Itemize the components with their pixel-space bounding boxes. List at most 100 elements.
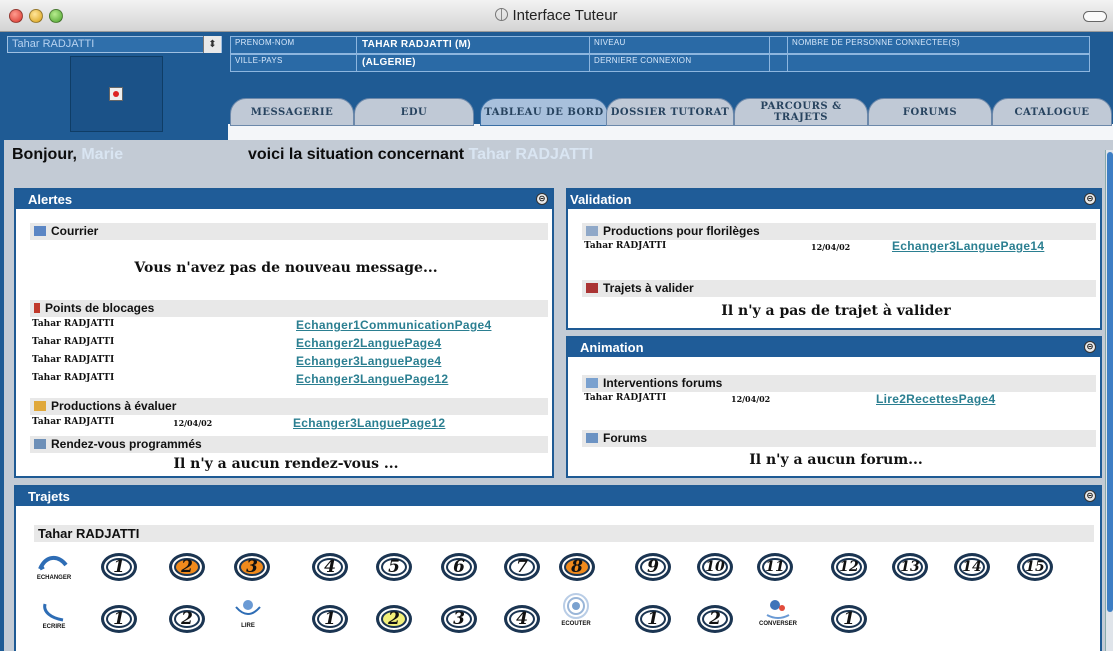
trajets-valider-section: Trajets à valider <box>582 280 1096 297</box>
tab-edu[interactable]: EDU <box>354 98 474 126</box>
greeting-prefix: Bonjour, <box>12 146 77 163</box>
blocage-link[interactable]: Echanger1CommunicationPage4 <box>296 318 491 332</box>
tab-catalogue[interactable]: CATALOGUE <box>992 98 1112 126</box>
reader-icon[interactable]: LIRE <box>230 597 266 629</box>
vertical-scrollbar[interactable] <box>1105 150 1113 651</box>
derniere-connexion-value <box>769 55 787 71</box>
forums-label: Forums <box>603 431 648 445</box>
trajet-step-badge[interactable]: 1 <box>831 605 867 633</box>
production-student: Tahar RADJATTI <box>32 417 115 427</box>
lire-label: LIRE <box>241 623 255 629</box>
trajet-step-badge[interactable]: 2 <box>697 605 733 633</box>
tab-forums[interactable]: FORUMS <box>868 98 992 126</box>
trajet-step-badge[interactable]: 2 <box>376 605 412 633</box>
animation-title: Animation <box>580 340 644 355</box>
tab-label: MESSAGERIE <box>250 106 334 118</box>
greeting: Bonjour, Marie <box>12 146 123 164</box>
exclamation-icon <box>34 303 40 313</box>
ear-icon[interactable]: ECOUTER <box>554 593 598 627</box>
trajet-step-badge[interactable]: 10 <box>697 553 733 581</box>
trajet-step-badge[interactable]: 5 <box>376 553 412 581</box>
tab-dossier-tutorat[interactable]: DOSSIER TUTORAT <box>606 98 734 126</box>
alertes-title: Alertes <box>28 192 73 207</box>
validation-title: Validation <box>570 192 632 207</box>
lire-glyph <box>235 600 261 615</box>
mail-icon <box>34 226 46 236</box>
tab-messagerie[interactable]: MESSAGERIE <box>230 98 354 126</box>
florilege-date: 12/04/02 <box>811 242 851 252</box>
trajets-collapse-icon[interactable]: ⊝ <box>1084 490 1096 502</box>
trajet-step-badge[interactable]: 14 <box>954 553 990 581</box>
pen-icon[interactable]: ECRIRE <box>36 602 72 630</box>
trajet-step-badge[interactable]: 1 <box>101 553 137 581</box>
rdv-message: Il n'y a aucun rendez-vous ... <box>173 456 399 472</box>
student-select[interactable]: Tahar RADJATTI ⬍ <box>7 36 222 53</box>
validation-header: Validation ⊝ <box>568 190 1100 209</box>
trajet-step-badge[interactable]: 15 <box>1017 553 1053 581</box>
trajet-step-badge[interactable]: 6 <box>441 553 477 581</box>
tab-label: PARCOURS & TRAJETS <box>760 101 842 123</box>
validation-collapse-icon[interactable]: ⊝ <box>1084 193 1096 205</box>
toolbar-toggle-button[interactable] <box>1083 11 1107 22</box>
trajet-step-badge[interactable]: 2 <box>169 553 205 581</box>
echanger-icon[interactable]: ECHANGER <box>34 553 74 581</box>
intervention-date: 12/04/02 <box>731 394 771 404</box>
greeting-middle: voici la situation concernant <box>248 146 465 163</box>
animation-collapse-icon[interactable]: ⊝ <box>1084 341 1096 353</box>
blocage-link[interactable]: Echanger2LanguePage4 <box>296 336 441 350</box>
trajet-step-badge[interactable]: 2 <box>169 605 205 633</box>
app-window: Interface Tuteur Tahar RADJATTI ⬍ PRENOM… <box>0 0 1113 651</box>
productions-label: Productions à évaluer <box>51 399 177 413</box>
florilege-link[interactable]: Echanger3LanguePage14 <box>892 239 1044 253</box>
forums-message: Il n'y a aucun forum... <box>749 452 923 468</box>
trajet-step-badge[interactable]: 4 <box>504 605 540 633</box>
blocage-link[interactable]: Echanger3LanguePage4 <box>296 354 441 368</box>
forums-section: Forums <box>582 430 1096 447</box>
ecouter-glyph <box>563 593 589 619</box>
select-arrows-icon: ⬍ <box>203 36 221 53</box>
tab-label: TABLEAU DE BORD <box>484 106 604 118</box>
chat-icon <box>586 378 598 388</box>
tab-parcours-trajets[interactable]: PARCOURS & TRAJETS <box>734 98 868 126</box>
rdv-section: Rendez-vous programmés <box>30 436 548 453</box>
trajet-step-badge[interactable]: 12 <box>831 553 867 581</box>
tab-tableau-de-bord[interactable]: TABLEAU DE BORD <box>480 98 608 126</box>
scrollbar-thumb[interactable] <box>1107 152 1113 612</box>
trajet-step-badge[interactable]: 13 <box>892 553 928 581</box>
intervention-link[interactable]: Lire2RecettesPage4 <box>876 392 995 406</box>
ecrire-glyph <box>43 603 64 622</box>
intervention-student: Tahar RADJATTI <box>584 393 667 403</box>
trajet-step-badge[interactable]: 11 <box>757 553 793 581</box>
tab-label: CATALOGUE <box>1014 106 1090 118</box>
blocage-link[interactable]: Echanger3LanguePage12 <box>296 372 448 386</box>
window-title: Interface Tuteur <box>0 7 1113 24</box>
trajets-panel: Trajets ⊝ Tahar RADJATTI ECHANGER 1 2 3 4… <box>14 485 1102 651</box>
trajet-step-badge[interactable]: 3 <box>441 605 477 633</box>
trajet-step-badge[interactable]: 3 <box>234 553 270 581</box>
trajet-step-badge[interactable]: 1 <box>312 605 348 633</box>
trajets-header: Trajets ⊝ <box>16 487 1100 506</box>
trajet-step-badge[interactable]: 1 <box>635 605 671 633</box>
personnes-value <box>787 55 1073 71</box>
animation-header: Animation ⊝ <box>568 338 1100 357</box>
trajet-step-badge[interactable]: 4 <box>312 553 348 581</box>
courrier-message: Vous n'avez pas de nouveau message... <box>134 260 438 276</box>
ville-pays-field: (ALGERIE) <box>356 55 589 71</box>
trajets-title: Trajets <box>28 489 70 504</box>
trajet-step-badge[interactable]: 1 <box>101 605 137 633</box>
talk-icon[interactable]: CONVERSER <box>754 595 802 627</box>
trajet-step-badge[interactable]: 8 <box>559 553 595 581</box>
greeting-tutor: Marie <box>81 146 124 163</box>
production-date: 12/04/02 <box>173 418 213 428</box>
production-icon <box>34 401 46 411</box>
alertes-collapse-icon[interactable]: ⊝ <box>536 193 548 205</box>
production-link[interactable]: Echanger3LanguePage12 <box>293 416 445 430</box>
ville-pays-value: (ALGERIE) <box>362 57 416 68</box>
trajets-valider-label: Trajets à valider <box>603 281 694 295</box>
trajet-step-badge[interactable]: 9 <box>635 553 671 581</box>
student-photo <box>70 56 163 132</box>
trajet-step-badge[interactable]: 7 <box>504 553 540 581</box>
animation-panel: Animation ⊝ Interventions forums Tahar RA… <box>566 336 1102 478</box>
blocage-student: Tahar RADJATTI <box>32 355 115 365</box>
blocage-student: Tahar RADJATTI <box>32 337 115 347</box>
